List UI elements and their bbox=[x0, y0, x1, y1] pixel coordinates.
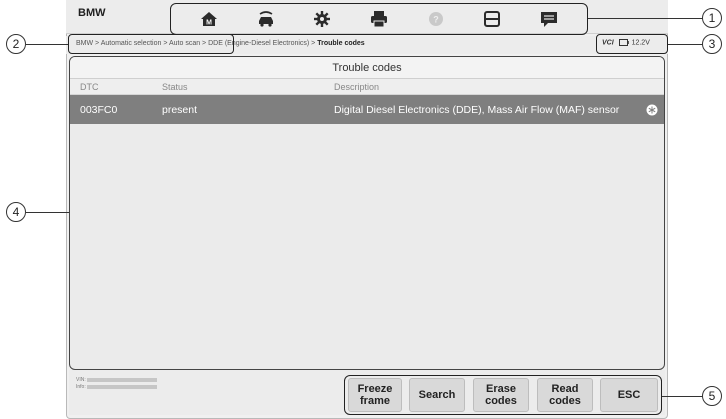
table-row[interactable]: 003FC0 present Digital Diesel Electronic… bbox=[70, 95, 664, 124]
help-button[interactable]: ? bbox=[423, 7, 449, 31]
callout-4: 4 bbox=[6, 202, 26, 222]
save-icon bbox=[484, 11, 501, 27]
vin-value-redacted bbox=[87, 377, 158, 382]
settings-button[interactable] bbox=[309, 7, 335, 31]
svg-text:?: ? bbox=[433, 15, 439, 25]
callout-3-leader bbox=[668, 44, 704, 46]
callout-1: 1 bbox=[702, 8, 722, 28]
table-header: DTC Status Description bbox=[70, 79, 664, 95]
vin-label: VIN: bbox=[76, 377, 86, 383]
vehicle-info: VIN: Info: bbox=[76, 377, 158, 391]
snowflake-icon bbox=[646, 104, 658, 115]
breadcrumb-current: Trouble codes bbox=[317, 40, 365, 47]
info-label: Info: bbox=[76, 384, 86, 390]
callout-5: 5 bbox=[702, 386, 722, 406]
home-button[interactable]: M bbox=[196, 7, 222, 31]
vehicle-brand-label: BMW bbox=[78, 7, 106, 19]
vci-highlight bbox=[596, 34, 668, 54]
callout-4-leader bbox=[26, 212, 69, 214]
dtc-description: Digital Diesel Electronics (DDE), Mass A… bbox=[334, 103, 620, 116]
column-header-description: Description bbox=[334, 82, 380, 92]
read-codes-button[interactable]: Read codes bbox=[537, 378, 593, 412]
vehicle-swap-icon bbox=[258, 11, 273, 27]
toolbar: M ? bbox=[170, 3, 588, 35]
callout-1-leader bbox=[588, 18, 704, 20]
freeze-frame-button[interactable]: Freeze frame bbox=[348, 378, 402, 412]
callout-5-leader bbox=[662, 396, 704, 398]
print-button[interactable] bbox=[366, 7, 392, 31]
print-icon bbox=[370, 11, 387, 28]
callout-3: 3 bbox=[702, 34, 722, 54]
callout-2: 2 bbox=[6, 34, 26, 54]
search-button[interactable]: Search bbox=[409, 378, 465, 412]
dtc-code: 003FC0 bbox=[80, 103, 118, 116]
data-logging-icon bbox=[540, 12, 557, 27]
help-icon: ? bbox=[428, 12, 443, 26]
settings-icon bbox=[314, 11, 331, 27]
trouble-codes-panel: Trouble codes DTC Status Description 003… bbox=[69, 56, 665, 370]
callout-2-leader bbox=[26, 44, 68, 46]
home-icon: M bbox=[201, 12, 218, 27]
erase-codes-button[interactable]: Erase codes bbox=[473, 378, 529, 412]
column-header-dtc: DTC bbox=[80, 82, 99, 92]
vehicle-swap-button[interactable] bbox=[253, 7, 279, 31]
data-logging-button[interactable] bbox=[536, 7, 562, 31]
svg-text:M: M bbox=[206, 20, 212, 27]
column-header-status: Status bbox=[162, 82, 188, 92]
panel-title: Trouble codes bbox=[70, 57, 664, 79]
breadcrumb-highlight bbox=[68, 34, 234, 54]
esc-button[interactable]: ESC bbox=[600, 378, 658, 412]
save-button[interactable] bbox=[479, 7, 505, 31]
info-value-redacted bbox=[87, 384, 158, 389]
dtc-status: present bbox=[162, 103, 198, 116]
freeze-frame-indicator[interactable] bbox=[640, 104, 664, 116]
